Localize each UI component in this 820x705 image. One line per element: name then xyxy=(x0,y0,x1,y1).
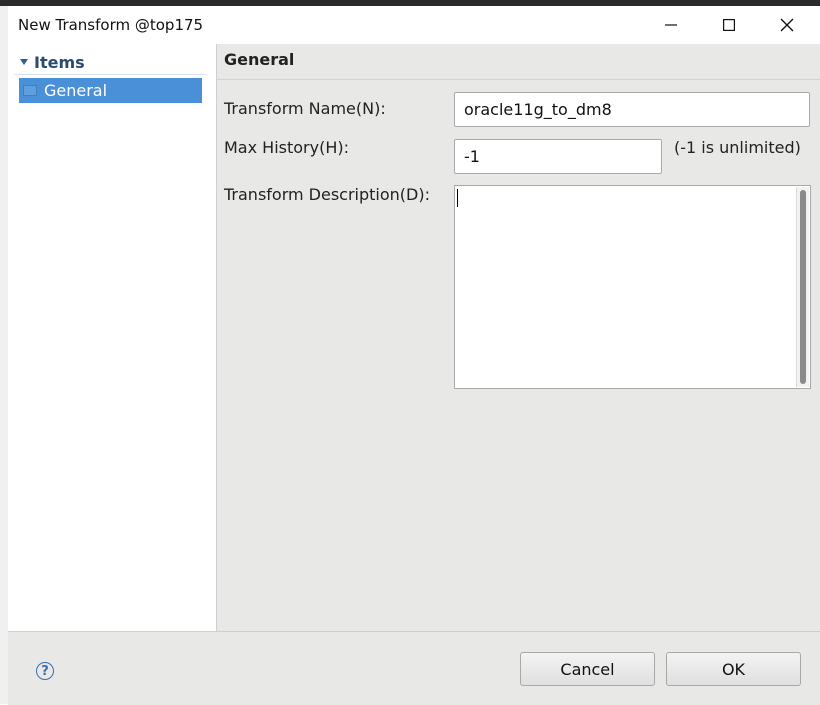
title-bar[interactable]: New Transform @top175 xyxy=(8,6,820,44)
navigation-tree: Items General xyxy=(8,44,217,631)
transform-description-textarea[interactable] xyxy=(454,185,811,389)
transform-name-label: Transform Name(N): xyxy=(224,99,386,118)
collapse-arrow-icon[interactable] xyxy=(20,59,28,65)
scrollbar-thumb[interactable] xyxy=(800,190,806,384)
tree-item-label: General xyxy=(44,81,108,100)
transform-name-input[interactable] xyxy=(454,92,810,127)
max-history-input[interactable] xyxy=(454,139,662,174)
cancel-button[interactable]: Cancel xyxy=(520,652,655,686)
max-history-hint: (-1 is unlimited) xyxy=(674,138,801,157)
panel-title: General xyxy=(224,50,295,69)
tree-header-label: Items xyxy=(34,52,85,72)
text-caret xyxy=(457,189,458,207)
button-bar: ? Cancel OK xyxy=(8,631,820,705)
tree-item-general[interactable]: General xyxy=(19,78,202,103)
close-button[interactable] xyxy=(758,6,816,44)
minimize-button[interactable] xyxy=(642,6,700,44)
vertical-scrollbar[interactable] xyxy=(796,187,809,387)
window-title: New Transform @top175 xyxy=(18,16,204,34)
new-transform-dialog: New Transform @top175 Items General Gene… xyxy=(8,6,820,705)
page-icon xyxy=(23,85,37,96)
tree-header-items[interactable]: Items xyxy=(14,50,207,75)
ok-button[interactable]: OK xyxy=(666,652,801,686)
settings-panel: General Transform Name(N): Max History(H… xyxy=(217,44,820,631)
close-icon xyxy=(780,18,794,32)
maximize-icon xyxy=(723,19,735,31)
transform-description-label: Transform Description(D): xyxy=(224,185,430,204)
panel-header: General xyxy=(217,44,820,80)
help-icon[interactable]: ? xyxy=(36,662,54,680)
minimize-icon xyxy=(665,24,677,26)
max-history-label: Max History(H): xyxy=(224,138,349,157)
maximize-button[interactable] xyxy=(700,6,758,44)
